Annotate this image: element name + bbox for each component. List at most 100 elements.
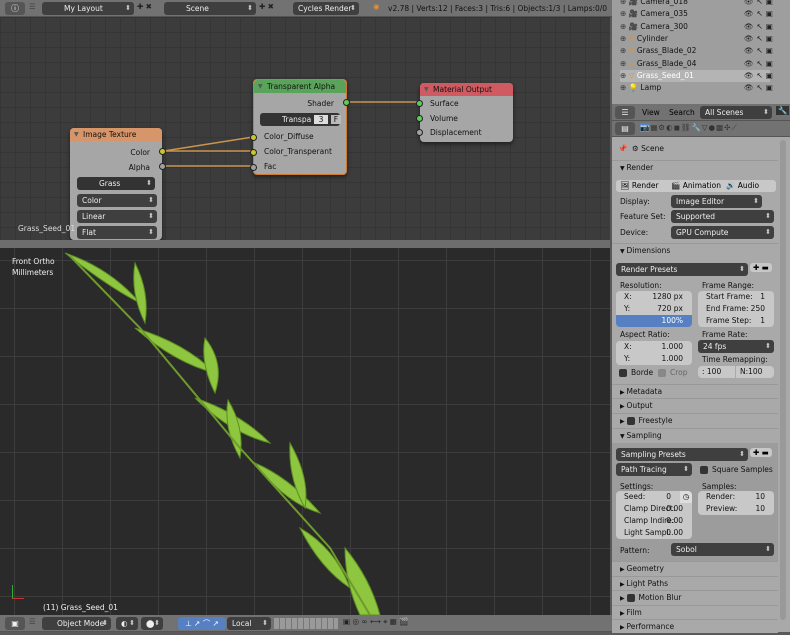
color-space-select[interactable]: Color (77, 194, 157, 207)
render-samples-field[interactable]: Render: 10 (698, 491, 774, 503)
outliner-item[interactable]: ⊕ 🎥 Camera_035 👁↖▣ (620, 8, 773, 20)
panel-output-header[interactable]: Output (612, 398, 778, 412)
resolution-x-field[interactable]: X: 1280 px (616, 291, 692, 303)
visibility-toggles[interactable]: 👁↖▣ (744, 33, 776, 45)
socket-volume[interactable] (416, 115, 423, 122)
manipulator-icons[interactable]: ⊥ ↗ ⌒ ↗ (178, 617, 226, 630)
aspect-y-field[interactable]: Y: 1.000 (616, 353, 692, 365)
panel-freestyle-header[interactable]: Freestyle (612, 413, 778, 427)
socket-color[interactable] (159, 148, 166, 155)
sampling-presets-select[interactable]: Sampling Presets (616, 448, 748, 461)
menu-icon[interactable]: ☰ (29, 617, 36, 626)
editor-type-button[interactable]: ▣ (5, 617, 25, 630)
outliner-item[interactable]: ⊕ ▽ Grass_Seed_01 👁↖▣ (620, 69, 773, 82)
socket-fac[interactable] (250, 164, 257, 171)
preview-samples-field[interactable]: Preview: 10 (698, 503, 774, 515)
orientation-select[interactable]: Local (227, 617, 271, 630)
render-button[interactable]: 🖼 Render (620, 181, 659, 190)
resolution-y-field[interactable]: Y: 720 px (616, 303, 692, 315)
socket-diffuse[interactable] (250, 134, 257, 141)
panel-sampling-header[interactable]: Sampling (612, 428, 778, 442)
editor-type-button[interactable]: ☰ (615, 106, 635, 119)
feature-set-select[interactable]: Supported (671, 210, 774, 223)
visibility-toggles[interactable]: 👁↖▣ (744, 58, 776, 70)
expand-icon[interactable]: ⊕ (620, 22, 626, 31)
view-menu[interactable]: View (642, 108, 660, 117)
crop-checkbox[interactable]: Crop (658, 368, 688, 377)
animation-button[interactable]: 🎬 Animation (671, 181, 721, 190)
clamp-direct-field[interactable]: Clamp Direct: 0.00 (616, 503, 692, 515)
expand-icon[interactable]: ⊕ (620, 59, 626, 68)
interpolation-select[interactable]: Linear (77, 210, 157, 223)
socket-shader[interactable] (343, 99, 350, 106)
clamp-indirect-field[interactable]: Clamp Indire: 0.00 (616, 515, 692, 527)
render-tab-icon[interactable]: 📷 (640, 123, 651, 132)
seed-field[interactable]: Seed: 0 (616, 491, 680, 503)
device-select[interactable]: GPU Compute (671, 226, 774, 239)
transparent-alpha-node[interactable]: Transparent Alpha Shader Transpa 3 F Col… (250, 79, 350, 175)
preset-add-remove[interactable]: ✚ ▬ (750, 263, 772, 272)
visibility-toggles[interactable]: 👁↖▣ (744, 82, 776, 94)
wrench-icon[interactable]: 🔧 (776, 106, 790, 115)
panel-light-paths-header[interactable]: Light Paths (612, 576, 778, 590)
outliner-item[interactable]: ⊕ ▽ Grass_Blade_04 👁↖▣ (620, 58, 773, 70)
outliner-item[interactable]: ⊕ 🎥 Camera_300 👁↖▣ (620, 21, 773, 33)
expand-icon[interactable]: ⊕ (620, 34, 626, 43)
outliner-item[interactable]: ⊕ 💡 Lamp 👁↖▣ (620, 82, 773, 94)
start-frame-field[interactable]: Start Frame: 1 (698, 291, 774, 303)
expand-icon[interactable]: ⊕ (620, 46, 626, 55)
sampling-preset-add-remove[interactable]: ✚ ▬ (750, 448, 772, 457)
panel-motion-blur-header[interactable]: Motion Blur (612, 590, 778, 604)
outliner-item[interactable]: ⊕ ▽ Grass_Blade_02 👁↖▣ (620, 45, 773, 57)
panel-geometry-header[interactable]: Geometry (612, 561, 778, 575)
editor-type-button[interactable]: ▤ (615, 122, 635, 135)
pattern-select[interactable]: Sobol (671, 543, 774, 556)
end-frame-field[interactable]: End Frame: 250 (698, 303, 774, 315)
shading-select[interactable]: ◐ (116, 617, 138, 630)
image-select[interactable]: Grass (77, 177, 155, 190)
display-mode-select[interactable]: All Scenes (700, 106, 772, 119)
visibility-toggles[interactable]: 👁↖▣ (744, 70, 776, 82)
context-tabs[interactable]: 📷▦⚙◐◼⛓🔧▽●▩✣⟋ (640, 123, 738, 133)
display-select[interactable]: Image Editor (671, 195, 762, 208)
light-sampling-field[interactable]: Light Sampl: 0.00 (616, 527, 692, 539)
panel-performance-header[interactable]: Performance (612, 619, 778, 633)
visibility-toggles[interactable]: 👁↖▣ (744, 21, 776, 33)
mode-select[interactable]: Object Mode (42, 617, 111, 630)
projection-select[interactable]: Flat (77, 226, 157, 239)
integrator-select[interactable]: Path Tracing (616, 463, 692, 476)
expand-icon[interactable]: ⊕ (620, 83, 626, 92)
panel-dimensions-header[interactable]: Dimensions (612, 243, 778, 257)
layers-grid[interactable] (274, 618, 338, 629)
panel-render-header[interactable]: Render (612, 160, 778, 174)
render-presets-select[interactable]: Render Presets (616, 263, 748, 276)
visibility-toggles[interactable]: 👁↖▣ (744, 8, 776, 20)
search-menu[interactable]: Search (669, 108, 695, 117)
area-divider[interactable] (0, 240, 610, 248)
panel-film-header[interactable]: Film (612, 605, 778, 619)
expand-icon[interactable]: ⊕ (620, 0, 626, 6)
outliner-item[interactable]: ⊕ ▽ Cylinder 👁↖▣ (620, 33, 773, 45)
material-output-node[interactable]: Material Output Surface Volume Displacem… (416, 83, 513, 142)
pin-icon[interactable]: 📌 (618, 144, 627, 153)
pivot-select[interactable]: ⬤ (141, 617, 163, 630)
panel-metadata-header[interactable]: Metadata (612, 384, 778, 398)
group-select[interactable]: Transpa 3 F (260, 113, 342, 126)
expand-icon[interactable]: ⊕ (620, 71, 626, 80)
square-samples-checkbox[interactable]: Square Samples (700, 465, 773, 474)
properties-scrollbar[interactable] (780, 140, 786, 620)
image-texture-node[interactable]: Image Texture Color Alpha Grass Color Li… (70, 128, 166, 240)
visibility-toggles[interactable]: 👁↖▣ (744, 0, 776, 8)
snap-icons[interactable]: ▣ ◎ ∞ ⟷ ⌖ ▦ 🎬 (343, 617, 409, 627)
frame-step-field[interactable]: Frame Step: 1 (698, 315, 774, 327)
remap-old-field[interactable]: : 100 (698, 366, 735, 378)
audio-button[interactable]: 🔊 Audio (726, 181, 759, 190)
seed-clock-icon[interactable]: ◷ (680, 491, 692, 503)
socket-alpha[interactable] (159, 163, 166, 170)
aspect-x-field[interactable]: X: 1.000 (616, 341, 692, 353)
frame-rate-select[interactable]: 24 fps (698, 340, 774, 353)
outliner-item[interactable]: ⊕ 🎥 Camera_018 👁↖▣ (620, 0, 773, 8)
socket-surface[interactable] (416, 100, 423, 107)
socket-transparent[interactable] (250, 149, 257, 156)
expand-icon[interactable]: ⊕ (620, 9, 626, 18)
